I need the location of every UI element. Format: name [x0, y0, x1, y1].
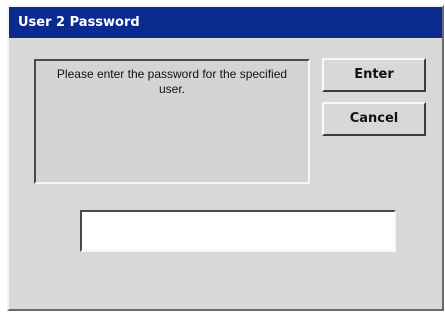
enter-button[interactable]: Enter [322, 58, 426, 92]
prompt-message: Please enter the password for the specif… [56, 67, 288, 96]
user-password-dialog: User 2 Password Please enter the passwor… [7, 5, 444, 311]
password-input[interactable] [80, 210, 396, 252]
dialog-titlebar[interactable]: User 2 Password [9, 7, 442, 38]
message-panel: Please enter the password for the specif… [34, 59, 310, 184]
dialog-title: User 2 Password [18, 15, 140, 30]
cancel-button[interactable]: Cancel [322, 102, 426, 136]
